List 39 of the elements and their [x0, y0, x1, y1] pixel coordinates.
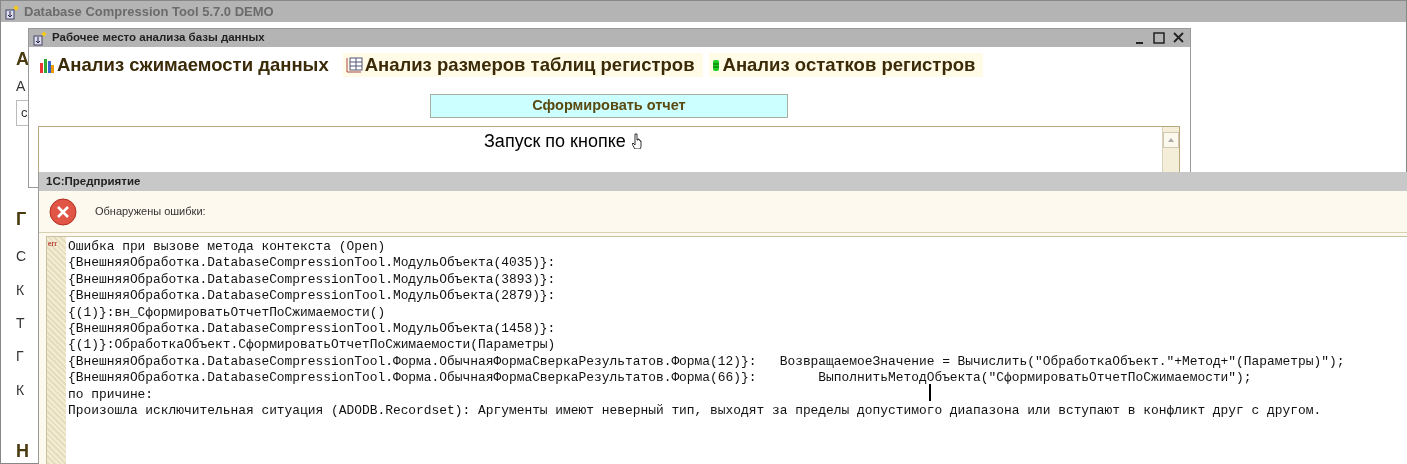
- field-label: С: [16, 247, 27, 266]
- error-line: по причине:: [68, 386, 154, 403]
- maximize-icon[interactable]: [1153, 32, 1165, 44]
- tab[interactable]: Анализ остатков регистров: [708, 53, 984, 77]
- error-line: {(1)}:вн_СформироватьОтчетПоСжимаемости(): [68, 304, 386, 321]
- error-marker: err: [48, 238, 57, 250]
- hand-cursor-icon: [631, 133, 642, 149]
- generate-report-button[interactable]: Сформировать отчет: [430, 94, 788, 118]
- error-line: Произошла исключительная ситуация (ADODB.Recordset): Аргументы имеют неверный тип, выходят за пределы допустимого диапазона или вступают в конфликт друг с другом.: [68, 402, 1322, 420]
- section-heading: Г: [16, 208, 27, 231]
- close-icon[interactable]: [1173, 32, 1184, 43]
- bar-chart-icon: [39, 56, 55, 74]
- window-title: Database Compression Tool 5.7.0 DEMO: [24, 2, 274, 21]
- error-header: Обнаружены ошибки:: [95, 204, 206, 220]
- error-line: Ошибка при вызове метода контекста (Open): [68, 239, 386, 256]
- tab[interactable]: Анализ размеров таблиц регистров: [342, 53, 703, 77]
- text-cursor: [929, 384, 931, 401]
- dialog-title: 1С:Предприятие: [46, 173, 141, 189]
- error-line: {(1)}:ОбработкаОбъект.СформироватьОтчетПоСжимаемости(Параметры): [68, 337, 556, 354]
- window-title: Рабочее место анализа базы данных: [52, 30, 265, 46]
- section-heading: Н: [16, 440, 29, 463]
- field-label: Т: [16, 314, 25, 333]
- app-icon: [4, 3, 20, 20]
- database-icon: [710, 57, 721, 73]
- field-label: А: [16, 77, 26, 96]
- error-line: {ВнешняяОбработка.DatabaseCompressionTool.МодульОбъекта(3893)}:: [68, 271, 556, 289]
- section-heading: А: [16, 48, 29, 71]
- table-icon: [344, 56, 363, 74]
- field-label: К: [16, 381, 25, 400]
- error-line: {ВнешняяОбработка.DatabaseCompressionTool.МодульОбъекта(2879)}:: [68, 288, 556, 305]
- field-label: Г: [16, 347, 24, 366]
- app-icon: [32, 30, 48, 46]
- report-text: Запуск по кнопке: [484, 129, 626, 153]
- error-icon: [49, 197, 77, 226]
- field-label: К: [16, 281, 25, 300]
- error-line: {ВнешняяОбработка.DatabaseCompressionTool.Форма.ОбычнаяФормаСверкаРезультатов.Форма(66)}: ВыполнитьМетодОбъекта("СформироватьОтчетПоСжимаемости");: [68, 370, 1252, 387]
- error-line: {ВнешняяОбработка.DatabaseCompressionTool.МодульОбъекта(1458)}:: [68, 320, 556, 338]
- error-line: {ВнешняяОбработка.DatabaseCompressionTool.Форма.ОбычнаяФормаСверкаРезультатов.Форма(12)}: ВозвращаемоеЗначение = Вычислить("ОбработкаОбъект."+Метод+"(Параметры)");: [68, 353, 1345, 371]
- error-line: {ВнешняяОбработка.DatabaseCompressionTool.МодульОбъекта(4035)}:: [68, 255, 556, 272]
